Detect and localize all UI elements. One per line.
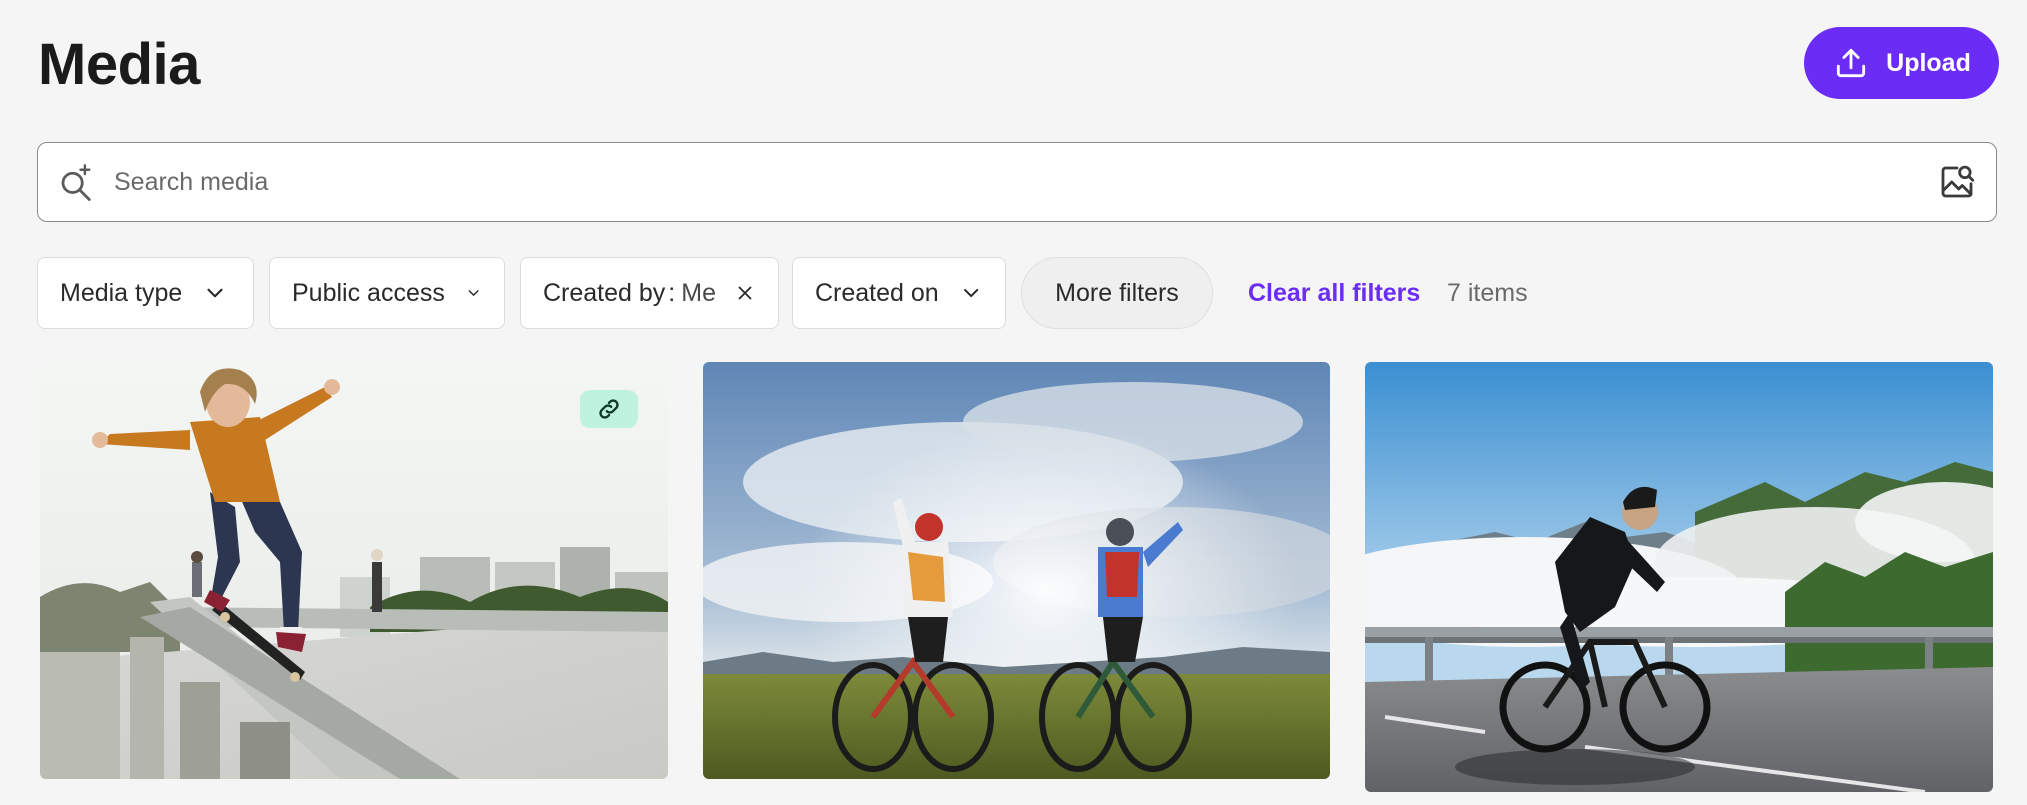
created-by-filter-label: Created by [543, 278, 666, 307]
page-title: Media [38, 32, 200, 97]
public-access-filter[interactable]: Public access [269, 257, 505, 329]
upload-icon [1837, 48, 1866, 78]
created-by-filter-value: Me [681, 278, 716, 307]
more-filters-label: More filters [1055, 278, 1179, 307]
link-icon [599, 399, 619, 419]
chevron-down-icon [207, 288, 223, 298]
media-thumbnail-skateboarder [40, 362, 668, 779]
more-filters-button[interactable]: More filters [1021, 257, 1213, 329]
ai-search-icon [61, 164, 91, 201]
upload-button[interactable]: Upload [1804, 27, 1999, 99]
close-icon[interactable] [734, 282, 756, 304]
chevron-down-icon [468, 290, 479, 296]
item-count: 7 items [1447, 278, 1528, 307]
created-by-filter-separator: : [668, 278, 676, 307]
upload-button-label: Upload [1886, 48, 1971, 77]
media-page: Media Upload Media type Public access [0, 0, 2027, 805]
media-thumbnail-cyclists-cheering [703, 362, 1330, 779]
media-card-cyclists-cheering[interactable] [703, 362, 1330, 779]
media-card-road-cyclist[interactable] [1365, 362, 1993, 792]
media-card-skateboarder[interactable] [40, 362, 668, 779]
created-on-filter-label: Created on [815, 278, 939, 307]
media-type-filter-label: Media type [60, 278, 183, 307]
search-input[interactable] [114, 153, 1894, 211]
created-on-filter[interactable]: Created on [792, 257, 1006, 329]
shared-link-badge [580, 390, 638, 428]
media-type-filter[interactable]: Media type [37, 257, 254, 329]
clear-all-filters-link[interactable]: Clear all filters [1248, 257, 1420, 329]
public-access-filter-label: Public access [292, 278, 445, 307]
media-thumbnail-road-cyclist [1365, 362, 1993, 792]
chevron-down-icon [963, 288, 978, 298]
created-by-filter[interactable]: Created by: Me [520, 257, 779, 329]
image-search-icon[interactable] [1936, 161, 1978, 203]
search-bar[interactable] [37, 142, 1997, 222]
